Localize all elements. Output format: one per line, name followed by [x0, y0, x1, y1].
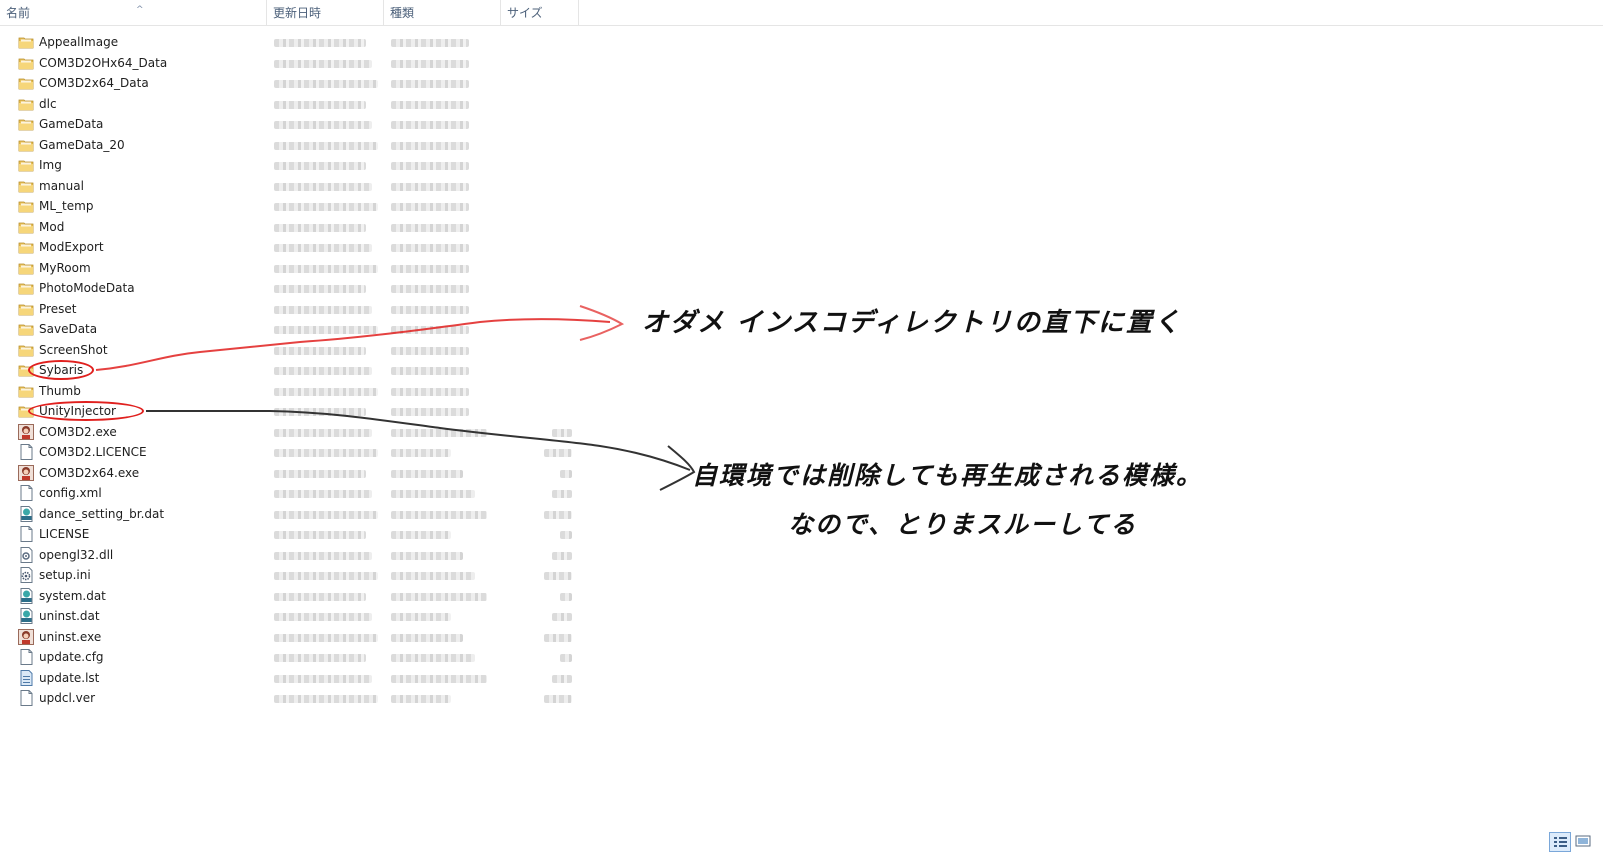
- black-arrow-head: [659, 445, 696, 491]
- large-icons-view-icon[interactable]: [1573, 832, 1595, 852]
- view-switcher: [1549, 832, 1595, 854]
- red-arrow-head: [579, 305, 625, 341]
- black-arrow-line: [146, 410, 691, 471]
- details-view-icon[interactable]: [1549, 832, 1571, 852]
- red-annotation-text: オダメ インスコディレクトリの直下に置く: [642, 308, 1182, 338]
- red-arrow-line: [95, 318, 611, 371]
- black-annotation-text-line2: なので、とりまスルーしてる: [788, 510, 1138, 539]
- black-annotation-text-line1: 自環境では削除しても再生成される模様。: [692, 461, 1204, 490]
- annotation-arrows: [95, 305, 696, 491]
